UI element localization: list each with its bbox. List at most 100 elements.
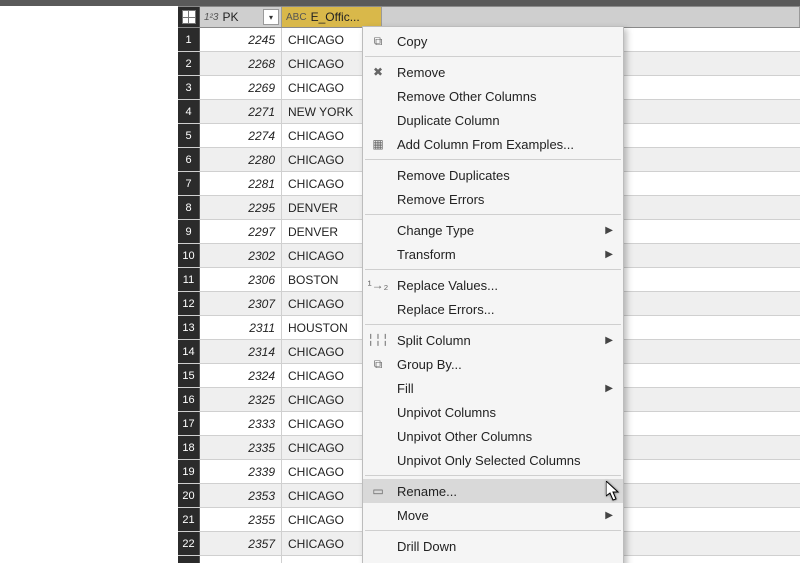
context-menu-item-label: Transform: [397, 247, 456, 262]
cell-pk[interactable]: 2361: [200, 556, 282, 563]
cell-pk[interactable]: 2314: [200, 340, 282, 363]
cell-pk[interactable]: 2355: [200, 508, 282, 531]
cell-pk[interactable]: 2339: [200, 460, 282, 483]
context-menu-item-label: Remove Duplicates: [397, 168, 510, 183]
row-number[interactable]: 15: [178, 364, 200, 387]
context-menu-item-label: Rename...: [397, 484, 457, 499]
context-menu-item[interactable]: ⧉Copy: [363, 29, 623, 53]
cell-pk[interactable]: 2297: [200, 220, 282, 243]
cell-pk[interactable]: 2271: [200, 100, 282, 123]
cell-pk[interactable]: 2280: [200, 148, 282, 171]
row-number[interactable]: 18: [178, 436, 200, 459]
context-menu-item-label: Unpivot Other Columns: [397, 429, 532, 444]
cell-pk[interactable]: 2302: [200, 244, 282, 267]
context-menu-item[interactable]: Remove Errors: [363, 187, 623, 211]
remove-icon: ✖: [369, 65, 387, 79]
cell-pk[interactable]: 2306: [200, 268, 282, 291]
context-menu-item[interactable]: Fill▶: [363, 376, 623, 400]
number-type-icon: 1²3: [204, 12, 218, 23]
context-menu-separator: [365, 324, 621, 325]
context-menu-item[interactable]: Unpivot Columns: [363, 400, 623, 424]
column-header-rest[interactable]: [382, 7, 800, 27]
cell-pk[interactable]: 2357: [200, 532, 282, 555]
cell-pk[interactable]: 2324: [200, 364, 282, 387]
context-menu-item[interactable]: Unpivot Other Columns: [363, 424, 623, 448]
context-menu-item[interactable]: Duplicate Column: [363, 108, 623, 132]
context-menu-item-label: Change Type: [397, 223, 474, 238]
row-number-header[interactable]: [178, 7, 200, 27]
context-menu-item[interactable]: Unpivot Only Selected Columns: [363, 448, 623, 472]
context-menu-item[interactable]: ✖Remove: [363, 60, 623, 84]
context-menu-item[interactable]: Replace Errors...: [363, 297, 623, 321]
context-menu-item[interactable]: ▭ Rename...: [363, 479, 623, 503]
cell-pk[interactable]: 2311: [200, 316, 282, 339]
row-number[interactable]: 4: [178, 100, 200, 123]
cell-pk[interactable]: 2307: [200, 292, 282, 315]
submenu-arrow-icon: ▶: [605, 225, 613, 236]
row-number[interactable]: 3: [178, 76, 200, 99]
cell-pk[interactable]: 2335: [200, 436, 282, 459]
row-number[interactable]: 14: [178, 340, 200, 363]
row-number[interactable]: 8: [178, 196, 200, 219]
context-menu-item[interactable]: Drill Down: [363, 534, 623, 558]
row-number[interactable]: 16: [178, 388, 200, 411]
submenu-arrow-icon: ▶: [605, 510, 613, 521]
context-menu-separator: [365, 269, 621, 270]
split-icon: ╎╎╎: [369, 333, 387, 347]
cell-pk[interactable]: 2268: [200, 52, 282, 75]
context-menu-separator: [365, 214, 621, 215]
row-number[interactable]: 17: [178, 412, 200, 435]
row-number[interactable]: 13: [178, 316, 200, 339]
context-menu-item[interactable]: Move▶: [363, 503, 623, 527]
column-header-office[interactable]: ABC E_Offic...: [282, 7, 382, 27]
cell-pk[interactable]: 2353: [200, 484, 282, 507]
context-menu-item[interactable]: Add as New Query: [363, 558, 623, 563]
row-number[interactable]: 7: [178, 172, 200, 195]
replace-icon: ¹→₂: [369, 278, 387, 292]
row-number[interactable]: 19: [178, 460, 200, 483]
context-menu-item[interactable]: ▦ Add Column From Examples...: [363, 132, 623, 156]
row-number[interactable]: 12: [178, 292, 200, 315]
row-number[interactable]: 2: [178, 52, 200, 75]
context-menu-item[interactable]: ¹→₂ Replace Values...: [363, 273, 623, 297]
cell-pk[interactable]: 2274: [200, 124, 282, 147]
row-number[interactable]: 21: [178, 508, 200, 531]
context-menu-item-label: Drill Down: [397, 539, 456, 554]
context-menu-item-label: Replace Values...: [397, 278, 498, 293]
column-context-menu: ⧉Copy ✖Remove Remove Other Columns Duplicat…: [362, 26, 624, 563]
column-header-pk[interactable]: 1²3 PK ▾: [200, 7, 282, 27]
column-header-office-label: E_Offic...: [311, 10, 360, 24]
context-menu-item[interactable]: Remove Duplicates: [363, 163, 623, 187]
group-icon: ⧉: [369, 357, 387, 372]
context-menu-item[interactable]: ╎╎╎Split Column▶: [363, 328, 623, 352]
row-number[interactable]: 23: [178, 556, 200, 563]
context-menu-item[interactable]: Transform ▶: [363, 242, 623, 266]
row-number[interactable]: 20: [178, 484, 200, 507]
row-number[interactable]: 6: [178, 148, 200, 171]
cell-pk[interactable]: 2281: [200, 172, 282, 195]
submenu-arrow-icon: ▶: [605, 249, 613, 260]
examples-icon: ▦: [369, 137, 387, 151]
row-number[interactable]: 11: [178, 268, 200, 291]
cell-pk[interactable]: 2245: [200, 28, 282, 51]
row-number[interactable]: 5: [178, 124, 200, 147]
context-menu-item-label: Remove Other Columns: [397, 89, 536, 104]
column-pk-filter-dropdown[interactable]: ▾: [263, 9, 279, 25]
row-number[interactable]: 22: [178, 532, 200, 555]
context-menu-item-label: Unpivot Only Selected Columns: [397, 453, 581, 468]
cell-pk[interactable]: 2295: [200, 196, 282, 219]
row-number[interactable]: 1: [178, 28, 200, 51]
context-menu-item[interactable]: Change Type ▶: [363, 218, 623, 242]
rename-icon: ▭: [369, 484, 387, 498]
column-header-pk-label: PK: [222, 10, 238, 24]
context-menu-item-label: Add Column From Examples...: [397, 137, 574, 152]
cell-pk[interactable]: 2325: [200, 388, 282, 411]
context-menu-item-label: Unpivot Columns: [397, 405, 496, 420]
context-menu-item[interactable]: Remove Other Columns: [363, 84, 623, 108]
row-number[interactable]: 10: [178, 244, 200, 267]
context-menu-item[interactable]: ⧉Group By...: [363, 352, 623, 376]
row-number[interactable]: 9: [178, 220, 200, 243]
cell-pk[interactable]: 2269: [200, 76, 282, 99]
context-menu-separator: [365, 475, 621, 476]
cell-pk[interactable]: 2333: [200, 412, 282, 435]
